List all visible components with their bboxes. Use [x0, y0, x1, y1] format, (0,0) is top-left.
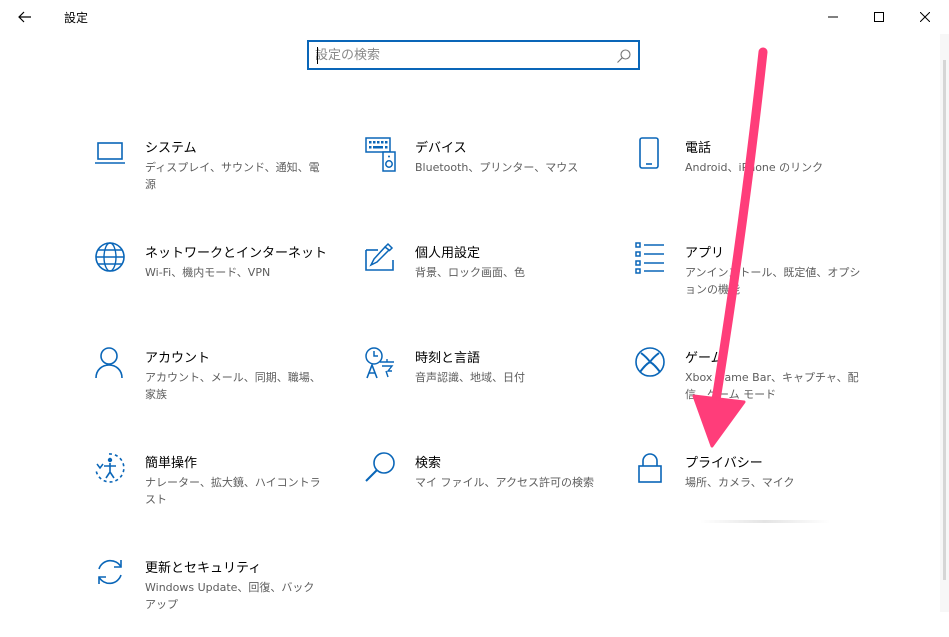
tile-name: 電話 — [685, 141, 712, 156]
tile-phone[interactable]: 電話 Android、iPhone のリンク — [635, 137, 885, 217]
xbox-icon — [635, 347, 665, 377]
tile-search[interactable]: 検索 マイ ファイル、アクセス許可の検索 — [365, 452, 615, 532]
apps-list-icon — [635, 242, 664, 274]
tile-name: プライバシー — [685, 456, 763, 471]
close-icon — [920, 12, 930, 22]
tile-name: 簡単操作 — [145, 456, 198, 471]
devices-icon — [365, 137, 396, 172]
tile-devices[interactable]: デバイス Bluetooth、プリンター、マウス — [365, 137, 615, 217]
personalization-icon — [365, 242, 394, 271]
tile-name: ネットワークとインターネット — [145, 246, 328, 261]
ease-of-access-icon — [95, 453, 125, 483]
minimize-icon — [828, 16, 838, 18]
tile-name: ゲーム — [685, 351, 724, 366]
tile-accounts[interactable]: アカウント アカウント、メール、同期、職場、家族 — [95, 347, 345, 427]
tile-name: アプリ — [685, 246, 725, 261]
title-bar: 設定 — [0, 0, 949, 34]
tile-desc: アンインストール、既定値、オプションの機能 — [685, 266, 861, 296]
person-icon — [95, 347, 123, 379]
tile-desc: マイ ファイル、アクセス許可の検索 — [415, 476, 594, 489]
tile-apps[interactable]: アプリ アンインストール、既定値、オプションの機能 — [635, 242, 885, 322]
back-button[interactable] — [10, 4, 40, 30]
tile-desc: ディスプレイ、サウンド、通知、電源 — [145, 161, 320, 191]
globe-icon — [95, 242, 125, 272]
search-input[interactable] — [315, 46, 605, 64]
close-button[interactable] — [902, 0, 948, 34]
minimize-button[interactable] — [810, 0, 856, 34]
tile-system[interactable]: システム ディスプレイ、サウンド、通知、電源 — [95, 137, 345, 217]
sync-icon — [98, 559, 122, 585]
tile-name: 時刻と言語 — [415, 351, 481, 366]
laptop-icon — [95, 142, 125, 164]
back-arrow-icon — [18, 11, 31, 23]
phone-icon — [639, 137, 659, 169]
maximize-button[interactable] — [856, 0, 902, 34]
text-caret — [317, 47, 318, 64]
time-language-icon — [365, 347, 394, 379]
divider — [700, 520, 830, 523]
tile-name: 検索 — [415, 456, 442, 471]
lock-icon — [638, 453, 662, 483]
tile-update-security[interactable]: 更新とセキュリティ Windows Update、回復、バックアップ — [95, 557, 345, 637]
tile-desc: Xbox Game Bar、キャプチャ、配信、ゲーム モード — [685, 371, 859, 401]
tile-name: デバイス — [415, 141, 467, 156]
scrollbar-thumb[interactable] — [943, 60, 946, 580]
tile-ease-of-access[interactable]: 簡単操作 ナレーター、拡大鏡、ハイコントラスト — [95, 452, 345, 532]
window-title: 設定 — [64, 11, 89, 25]
maximize-icon — [874, 12, 884, 22]
tile-desc: Android、iPhone のリンク — [685, 161, 824, 174]
search-box[interactable] — [307, 40, 640, 70]
tile-network[interactable]: ネットワークとインターネット Wi-Fi、機内モード、VPN — [95, 242, 345, 322]
tile-personalization[interactable]: 個人用設定 背景、ロック画面、色 — [365, 242, 615, 322]
tile-desc: 背景、ロック画面、色 — [415, 266, 525, 279]
search-magnifier-icon[interactable] — [616, 48, 632, 64]
tile-gaming[interactable]: ゲーム Xbox Game Bar、キャプチャ、配信、ゲーム モード — [635, 347, 885, 427]
tile-desc: Windows Update、回復、バックアップ — [145, 581, 315, 611]
search-icon — [365, 452, 395, 482]
tile-desc: アカウント、メール、同期、職場、家族 — [145, 371, 321, 401]
tile-name: アカウント — [145, 351, 211, 366]
tile-desc: ナレーター、拡大鏡、ハイコントラスト — [145, 476, 321, 506]
tile-time-language[interactable]: 時刻と言語 音声認識、地域、日付 — [365, 347, 615, 427]
tile-name: 更新とセキュリティ — [145, 561, 262, 576]
tile-desc: Bluetooth、プリンター、マウス — [415, 161, 579, 174]
tile-desc: Wi-Fi、機内モード、VPN — [145, 266, 271, 279]
tile-name: システム — [145, 141, 197, 156]
tile-desc: 場所、カメラ、マイク — [685, 476, 795, 489]
tile-desc: 音声認識、地域、日付 — [415, 371, 525, 384]
tile-name: 個人用設定 — [415, 246, 481, 261]
